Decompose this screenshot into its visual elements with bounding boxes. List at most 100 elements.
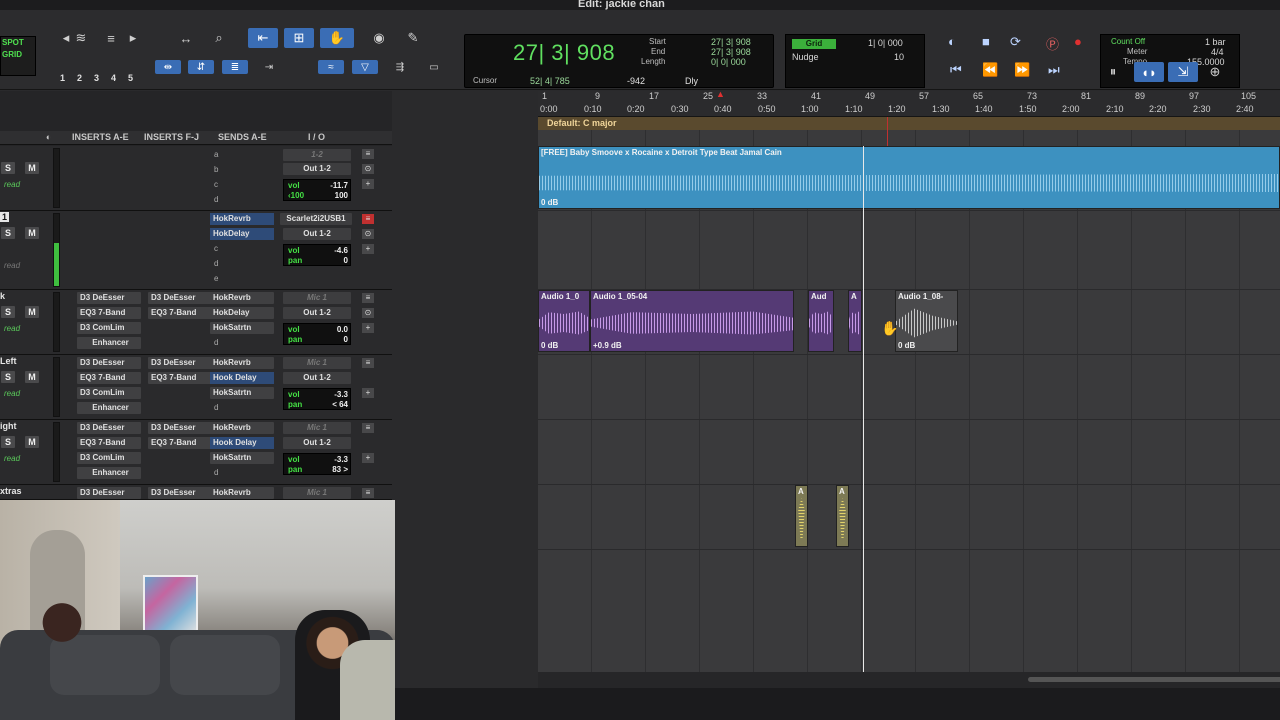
- send-d[interactable]: d: [214, 195, 218, 204]
- insert-b-slot[interactable]: EQ3 7-Band: [77, 307, 141, 319]
- track-input-icon[interactable]: ⊙: [362, 308, 374, 318]
- send-e[interactable]: e: [214, 274, 218, 283]
- sends-ae-header[interactable]: SENDS A-E: [218, 132, 267, 142]
- horizontal-scrollbar[interactable]: [538, 672, 1280, 688]
- column-view-icon[interactable]: ◐: [46, 132, 51, 142]
- send-c-slot[interactable]: HokSatrtn: [210, 452, 274, 464]
- main-counter-value[interactable]: 27| 3| 908: [513, 40, 615, 66]
- volume-pan-display[interactable]: vol -3.3 pan 83 >: [283, 453, 351, 475]
- send-a-slot[interactable]: HokRevrb: [210, 357, 274, 369]
- pan-value[interactable]: 0: [344, 256, 348, 265]
- insert-c-slot[interactable]: D3 ComLim: [77, 452, 141, 464]
- wait-for-note-icon[interactable]: ◖◗: [1134, 62, 1164, 82]
- fast-forward-icon[interactable]: ⏩: [1014, 62, 1030, 78]
- io-header[interactable]: I / O: [308, 132, 325, 142]
- send-b-slot[interactable]: HokDelay: [210, 228, 274, 240]
- track-input-icon[interactable]: ⊙: [362, 164, 374, 174]
- length-value[interactable]: 0| 0| 000: [711, 57, 746, 67]
- grid-value[interactable]: 1| 0| 000: [868, 38, 903, 48]
- punch-icon[interactable]: Ⓟ: [1046, 34, 1059, 53]
- audio-clip-vocal-1[interactable]: Audio 1_0 0 dB: [538, 290, 590, 352]
- send-b-slot[interactable]: Hook Delay: [210, 372, 274, 384]
- automation-mode[interactable]: read: [4, 389, 20, 398]
- midi-merge-icon[interactable]: ⏸: [1102, 62, 1124, 82]
- metronome-icon[interactable]: ⇲: [1168, 62, 1198, 82]
- send-a-slot[interactable]: HokRevrb: [210, 487, 274, 499]
- track-options-icon[interactable]: ≡: [362, 423, 374, 433]
- zoom-preset-1[interactable]: 1: [60, 73, 65, 83]
- inserts-fj-header[interactable]: INSERTS F-J: [144, 132, 199, 142]
- audio-clip-beat[interactable]: [FREE] Baby Smoove x Rocaine x Detroit T…: [538, 146, 1280, 209]
- output-selector[interactable]: Out 1-2: [283, 307, 351, 319]
- input-selector[interactable]: Mic 1: [283, 422, 351, 434]
- insert-d-slot[interactable]: Enhancer: [77, 467, 141, 479]
- automation-mode[interactable]: read: [4, 454, 20, 463]
- insert-g-slot[interactable]: EQ3 7-Band: [148, 307, 212, 319]
- insert-a-slot[interactable]: D3 DeEsser: [77, 292, 141, 304]
- grid-toggle[interactable]: Grid: [792, 39, 836, 49]
- audio-clip-vocal-2[interactable]: Audio 1_05-04 +0.9 dB: [590, 290, 794, 352]
- volume-pan-display[interactable]: vol -3.3 pan < 64: [283, 388, 351, 410]
- mute-button[interactable]: M: [25, 227, 39, 239]
- delay-comp-label[interactable]: Dly: [685, 76, 698, 86]
- send-a-slot[interactable]: HokRevrb: [210, 422, 274, 434]
- insert-g-slot[interactable]: EQ3 7-Band: [148, 437, 212, 449]
- zoom-in-vertical-icon[interactable]: ≡: [100, 28, 122, 48]
- track-input-icon[interactable]: ⊙: [362, 229, 374, 239]
- send-a-slot[interactable]: HokRevrb: [210, 213, 274, 225]
- zoom-horizontal-icon[interactable]: ↔: [175, 28, 197, 48]
- audio-clip-extra-2[interactable]: A: [836, 485, 849, 547]
- meter-signature[interactable]: 4/4: [1211, 47, 1224, 57]
- send-d[interactable]: d: [214, 259, 218, 268]
- pan-value[interactable]: 83 >: [332, 465, 348, 474]
- insert-g-slot[interactable]: EQ3 7-Band: [148, 372, 212, 384]
- input-selector[interactable]: Mic 1: [283, 357, 351, 369]
- send-c-slot[interactable]: HokSatrtn: [210, 387, 274, 399]
- insert-f-slot[interactable]: D3 DeEsser: [148, 487, 212, 499]
- solo-button[interactable]: S: [1, 436, 15, 448]
- clip-gain[interactable]: 0 dB: [541, 198, 558, 207]
- window-config-icon[interactable]: ▭: [422, 60, 446, 74]
- nav-right-icon[interactable]: ▸: [122, 28, 144, 48]
- mirror-midi-icon[interactable]: ≈: [318, 60, 344, 74]
- send-d[interactable]: d: [214, 403, 218, 412]
- input-selector[interactable]: Scarlet2i2USB1: [280, 213, 352, 225]
- insert-f-slot[interactable]: D3 DeEsser: [148, 357, 212, 369]
- audio-clip-vocal-5[interactable]: Audio 1_08- 0 dB: [895, 290, 958, 352]
- mute-button[interactable]: M: [25, 162, 39, 174]
- main-counter[interactable]: 27| 3| 908 Start 27| 3| 908 End 27| 3| 9…: [464, 34, 774, 88]
- add-icon[interactable]: +: [362, 388, 374, 398]
- audio-clip-extra-1[interactable]: A: [795, 485, 808, 547]
- volume-value[interactable]: -3.3: [334, 455, 348, 464]
- insert-c-slot[interactable]: D3 ComLim: [77, 387, 141, 399]
- zoom-preset-3[interactable]: 3: [94, 73, 99, 83]
- send-b-slot[interactable]: HokDelay: [210, 307, 274, 319]
- scrubber-tool-icon[interactable]: ◉: [368, 28, 390, 48]
- pan-right-value[interactable]: 100: [335, 191, 348, 200]
- send-b[interactable]: b: [214, 165, 218, 174]
- return-to-zero-icon[interactable]: ⏮: [950, 62, 962, 78]
- zoom-preset-5[interactable]: 5: [128, 73, 133, 83]
- zoom-out-vertical-icon[interactable]: ≋: [70, 28, 92, 48]
- insertion-follows-icon[interactable]: ≣: [222, 60, 248, 74]
- volume-value[interactable]: -11.7: [330, 181, 348, 190]
- rewind-icon[interactable]: ⏪: [982, 62, 998, 78]
- track-name[interactable]: ight: [0, 421, 17, 431]
- track-hook-right[interactable]: ight S M read D3 DeEsser EQ3 7-Band D3 C…: [0, 420, 392, 485]
- automation-mode[interactable]: read: [4, 180, 20, 189]
- edit-timeline[interactable]: [538, 130, 1280, 672]
- mute-button[interactable]: M: [25, 306, 39, 318]
- track-options-icon[interactable]: ≡: [362, 488, 374, 498]
- send-a-slot[interactable]: HokRevrb: [210, 292, 274, 304]
- send-c[interactable]: c: [214, 180, 218, 189]
- grabber-tool-icon[interactable]: ✋: [320, 28, 354, 48]
- pencil-tool-icon[interactable]: ✎: [402, 28, 424, 48]
- track-options-icon[interactable]: ≡: [362, 149, 374, 159]
- input-selector[interactable]: 1-2: [283, 149, 351, 161]
- clip-gain[interactable]: 0 dB: [541, 341, 558, 350]
- zoom-preset-4[interactable]: 4: [111, 73, 116, 83]
- volume-pan-display[interactable]: vol -11.7 ‹100 100: [283, 179, 351, 201]
- zoom-preset-2[interactable]: 2: [77, 73, 82, 83]
- clip-gain[interactable]: +0.9 dB: [593, 341, 622, 350]
- pan-left-value[interactable]: 100: [291, 191, 304, 200]
